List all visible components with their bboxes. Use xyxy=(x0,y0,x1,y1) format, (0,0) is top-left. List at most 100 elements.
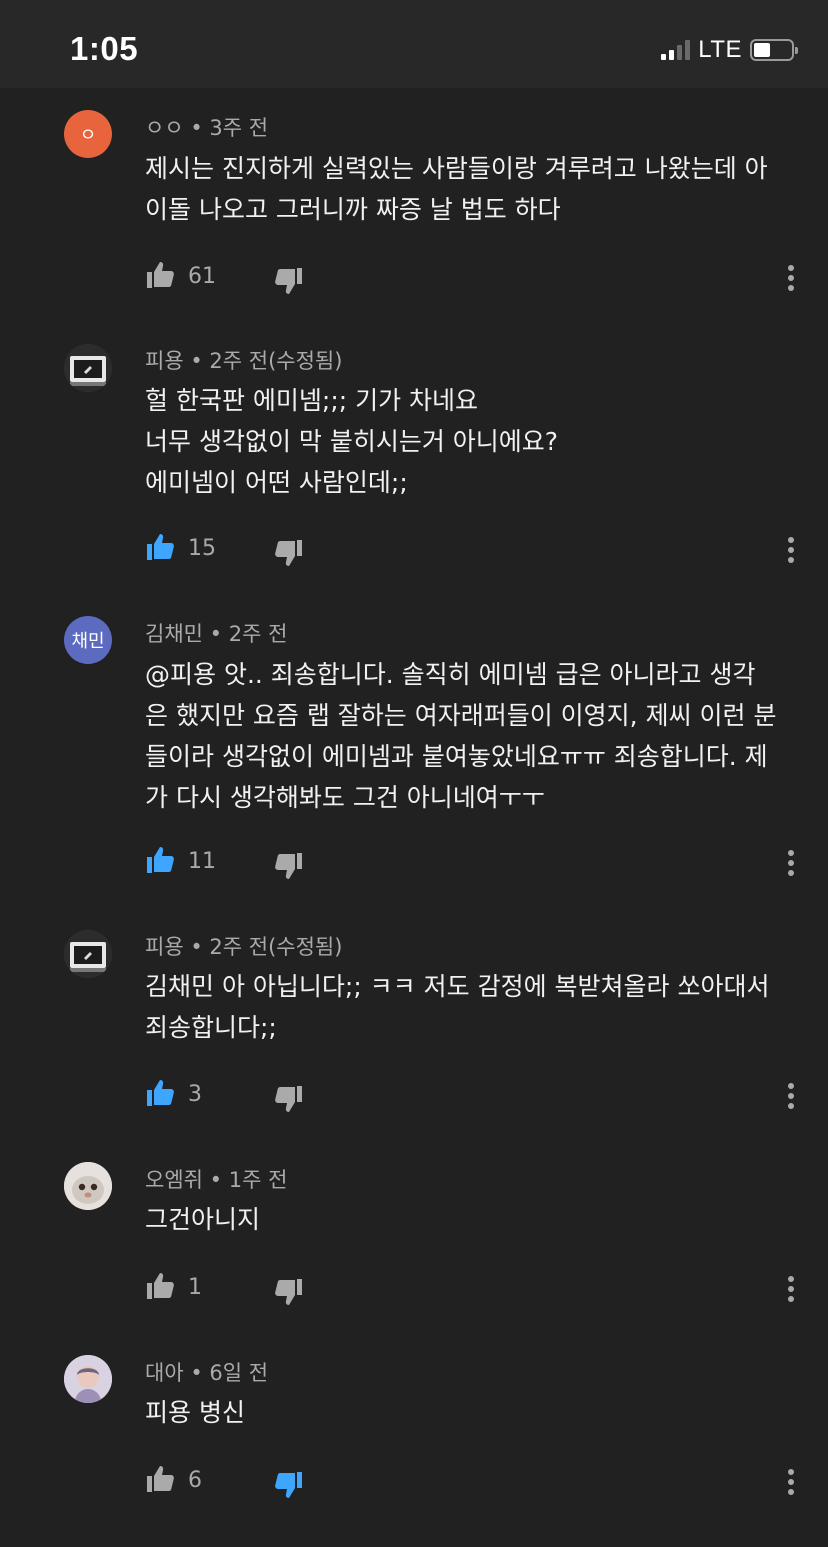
comment-author[interactable]: ㅇㅇ xyxy=(145,116,184,140)
avatar[interactable] xyxy=(64,1162,112,1210)
comment-line: 은 했지만 요즘 랩 잘하는 여자래퍼들이 이영지, 제씨 이런 분 xyxy=(145,701,777,730)
thumbs-down-icon xyxy=(275,268,302,294)
avatar[interactable] xyxy=(64,1355,112,1403)
comment-line: 피용 병신 xyxy=(145,1398,245,1427)
comment-author[interactable]: 피용 xyxy=(145,349,184,373)
like-button[interactable] xyxy=(145,260,177,292)
status-time: 1:05 xyxy=(70,30,139,67)
comment-edited: (수정됨) xyxy=(268,349,343,373)
more-button[interactable] xyxy=(781,262,801,294)
comment-text: 헐 한국판 에미넴;;; 기가 차네요 너무 생각없이 막 붙히시는거 아니에요… xyxy=(145,380,805,503)
like-button[interactable] xyxy=(145,1271,177,1303)
comment-line: 제시는 진지하게 실력있는 사람들이랑 겨루려고 나왔는데 아 xyxy=(145,154,768,183)
comment-time: 2주 전 xyxy=(228,622,288,646)
like-button[interactable] xyxy=(145,845,177,877)
avatar[interactable]: 채민 xyxy=(64,616,112,664)
meta-separator: • xyxy=(190,1361,210,1385)
comment-time: 2주 전 xyxy=(209,935,269,959)
signal-icon xyxy=(661,40,691,60)
thumbs-up-icon xyxy=(147,847,174,873)
avatar[interactable] xyxy=(64,344,112,392)
dislike-button[interactable] xyxy=(272,1275,304,1307)
like-count: 61 xyxy=(188,264,216,289)
meta-separator: • xyxy=(190,935,210,959)
more-button[interactable] xyxy=(781,1466,801,1498)
like-button[interactable] xyxy=(145,1464,177,1496)
comment-actions: 15 xyxy=(0,532,828,572)
comment-text: 그건아니지 xyxy=(145,1199,805,1240)
thumbs-up-icon xyxy=(147,1466,174,1492)
comment-actions: 6 xyxy=(0,1464,828,1504)
dislike-button[interactable] xyxy=(272,536,304,568)
comment-line: 김채민 아 아닙니다;; ㅋㅋ 저도 감정에 복받쳐올라 쏘아대서 xyxy=(145,972,770,1001)
like-count: 11 xyxy=(188,849,216,874)
more-vert-icon xyxy=(788,1083,794,1109)
thumbs-down-icon xyxy=(275,540,302,566)
more-vert-icon xyxy=(788,265,794,291)
comment-text: 피용 병신 xyxy=(145,1392,805,1433)
comment-time: 6일 전 xyxy=(209,1361,269,1385)
like-button[interactable] xyxy=(145,532,177,564)
comment-meta: 피용 • 2주 전(수정됨) xyxy=(145,931,342,961)
like-count: 3 xyxy=(188,1082,202,1107)
more-button[interactable] xyxy=(781,1273,801,1305)
more-button[interactable] xyxy=(781,534,801,566)
dislike-button[interactable] xyxy=(272,849,304,881)
avatar[interactable]: ㅇ xyxy=(64,110,112,158)
thumbs-down-icon xyxy=(275,1472,302,1498)
comment-meta: ㅇㅇ • 3주 전 xyxy=(145,112,268,142)
comment-actions: 3 xyxy=(0,1078,828,1118)
meta-separator: • xyxy=(190,349,210,373)
dislike-button[interactable] xyxy=(272,1468,304,1500)
avatar[interactable] xyxy=(64,930,112,978)
like-count: 15 xyxy=(188,536,216,561)
comment-line: @피용 앗.. 죄송합니다. 솔직히 에미넴 급은 아니라고 생각 xyxy=(145,660,756,689)
comment-author[interactable]: 대아 xyxy=(145,1361,184,1385)
comment-line: 헐 한국판 에미넴;;; 기가 차네요 xyxy=(145,386,479,415)
comment-text: 김채민 아 아닙니다;; ㅋㅋ 저도 감정에 복받쳐올라 쏘아대서 죄송합니다;… xyxy=(145,966,805,1048)
comment-line: 이돌 나오고 그러니까 짜증 날 법도 하다 xyxy=(145,195,561,224)
comment-text: @피용 앗.. 죄송합니다. 솔직히 에미넴 급은 아니라고 생각 은 했지만 … xyxy=(145,654,805,818)
more-button[interactable] xyxy=(781,1080,801,1112)
avatar-image xyxy=(64,930,112,978)
meta-separator: • xyxy=(209,1168,229,1192)
status-indicators: LTE xyxy=(661,36,798,64)
comment-line: 그건아니지 xyxy=(145,1205,261,1234)
dislike-button[interactable] xyxy=(272,1082,304,1114)
more-vert-icon xyxy=(788,537,794,563)
thumbs-down-icon xyxy=(275,1279,302,1305)
comment-time: 1주 전 xyxy=(228,1168,288,1192)
more-vert-icon xyxy=(788,1276,794,1302)
more-vert-icon xyxy=(788,850,794,876)
thumbs-up-icon xyxy=(147,262,174,288)
comment-author[interactable]: 피용 xyxy=(145,935,184,959)
comment-meta: 오엠쥐 • 1주 전 xyxy=(145,1164,287,1194)
comment-line: 너무 생각없이 막 붙히시는거 아니에요? xyxy=(145,427,559,456)
comment-meta: 대아 • 6일 전 xyxy=(145,1357,268,1387)
like-count: 6 xyxy=(188,1468,202,1493)
comment-edited: (수정됨) xyxy=(268,935,343,959)
like-button[interactable] xyxy=(145,1078,177,1110)
thumbs-down-icon xyxy=(275,853,302,879)
more-vert-icon xyxy=(788,1469,794,1495)
dislike-button[interactable] xyxy=(272,264,304,296)
avatar-image xyxy=(64,344,112,392)
comment-text: 제시는 진지하게 실력있는 사람들이랑 겨루려고 나왔는데 아 이돌 나오고 그… xyxy=(145,148,805,230)
meta-separator: • xyxy=(209,622,229,646)
thumbs-up-icon xyxy=(147,534,174,560)
comment-author[interactable]: 오엠쥐 xyxy=(145,1168,203,1192)
more-button[interactable] xyxy=(781,847,801,879)
avatar-initial: ㅇ xyxy=(79,125,97,146)
comment-meta: 김채민 • 2주 전 xyxy=(145,618,287,648)
cat-avatar-image xyxy=(64,1162,112,1210)
like-count: 1 xyxy=(188,1275,202,1300)
comment-author[interactable]: 김채민 xyxy=(145,622,203,646)
comment-time: 2주 전 xyxy=(209,349,269,373)
comment-actions: 1 xyxy=(0,1271,828,1311)
avatar-initial: 채민 xyxy=(71,631,105,652)
comment-actions: 61 xyxy=(0,260,828,300)
meta-separator: • xyxy=(190,116,210,140)
comment-line: 들이라 생각없이 에미넴과 붙여놓았네요ㅠㅠ 죄송합니다. 제 xyxy=(145,742,768,771)
comment-line: 가 다시 생각해봐도 그건 아니네여ㅜㅜ xyxy=(145,783,545,812)
status-bar: 1:05 LTE xyxy=(0,0,828,88)
